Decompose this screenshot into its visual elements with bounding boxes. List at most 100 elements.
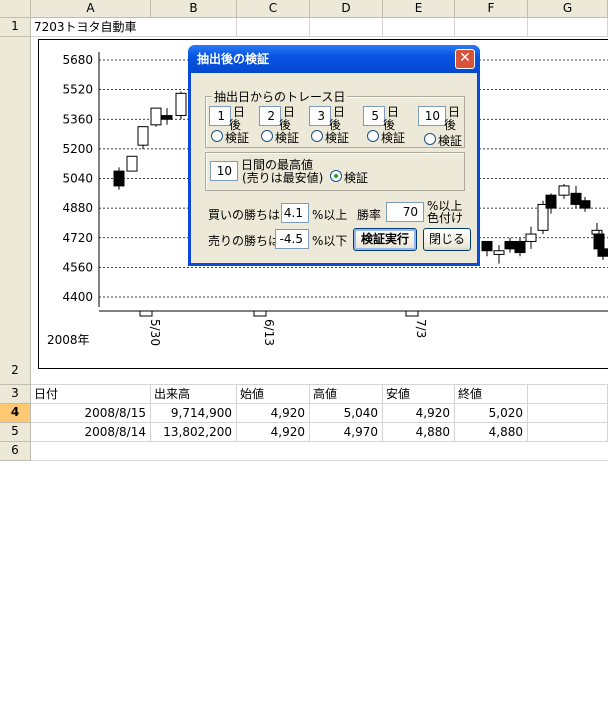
table-row-2-close[interactable]: 4,880 (455, 423, 528, 442)
candle-body (514, 240, 526, 254)
table-header-high[interactable]: 高値 (310, 385, 383, 404)
trace-day-2-radio[interactable] (261, 130, 273, 142)
close-dialog-button[interactable]: 閉じる (423, 228, 471, 251)
cell-e1[interactable] (383, 18, 455, 37)
y-tick-label: 5360 (62, 112, 93, 126)
candle-body (113, 170, 125, 187)
candle-body (175, 92, 187, 117)
trace-day-10-unit-2: 後 (444, 118, 457, 132)
trace-day-2-input[interactable]: 2 (259, 106, 281, 126)
candle-body (493, 250, 505, 255)
x-tick-label: 6/13 (262, 319, 276, 346)
trace-day-5-radio-label[interactable]: 検証 (381, 129, 405, 146)
trace-day-1-radio[interactable] (211, 130, 223, 142)
candle-body (481, 240, 493, 252)
candle-body (558, 185, 570, 196)
cell-g4[interactable] (528, 404, 608, 423)
y-tick-label: 4880 (62, 201, 93, 215)
table-row-2-date[interactable]: 2008/8/14 (31, 423, 151, 442)
trace-day-3-radio-label[interactable]: 検証 (325, 129, 349, 146)
table-row-1-date[interactable]: 2008/8/15 (31, 404, 151, 423)
table-header-close[interactable]: 終値 (455, 385, 528, 404)
cell-g5[interactable] (528, 423, 608, 442)
cell-g1[interactable] (528, 18, 608, 37)
trace-day-5-radio[interactable] (367, 130, 379, 142)
table-row-1-close[interactable]: 5,020 (455, 404, 528, 423)
table-header-low[interactable]: 安値 (383, 385, 455, 404)
chart-year-label: 2008年 (47, 333, 90, 347)
column-header-e[interactable]: E (383, 0, 455, 18)
run-verification-button[interactable]: 検証実行 (353, 228, 417, 251)
column-header-c[interactable]: C (237, 0, 310, 18)
winrate-label: 勝率 (357, 208, 382, 222)
table-row-2-open[interactable]: 4,920 (237, 423, 310, 442)
table-header-open[interactable]: 始値 (237, 385, 310, 404)
table-row-1-open[interactable]: 4,920 (237, 404, 310, 423)
dialog-body: 抽出日からのトレース日 1 日 後 検証 2 日 後 検証 3 日 後 検証 5… (191, 73, 477, 263)
candle-body (545, 194, 557, 209)
x-tick (139, 310, 153, 317)
max-days-radio-label[interactable]: 検証 (344, 169, 368, 186)
y-tick-label: 5680 (62, 53, 93, 67)
buy-win-input[interactable]: 4.1 (281, 203, 309, 223)
cell-c1[interactable] (237, 18, 310, 37)
trace-day-3-input[interactable]: 3 (309, 106, 331, 126)
close-icon[interactable]: ✕ (455, 49, 475, 69)
sell-win-unit: %以下 (312, 234, 348, 248)
candle-body (597, 248, 608, 257)
candle-body (137, 126, 149, 146)
candle-body (126, 155, 138, 172)
row-header-2[interactable]: 2 (0, 37, 31, 385)
sell-win-label: 売りの勝ちは (208, 234, 281, 248)
table-row-1-volume[interactable]: 9,714,900 (151, 404, 237, 423)
trace-day-10-radio[interactable] (424, 133, 436, 145)
trace-day-1-radio-label[interactable]: 検証 (225, 129, 249, 146)
column-header-b[interactable]: B (151, 0, 237, 18)
sell-win-input[interactable]: -4.5 (275, 229, 309, 249)
buy-win-label: 買いの勝ちは (208, 208, 281, 222)
table-row-2-high[interactable]: 4,970 (310, 423, 383, 442)
trace-day-1-input[interactable]: 1 (209, 106, 231, 126)
trace-day-10-input[interactable]: 10 (418, 106, 446, 126)
cell-f1[interactable] (455, 18, 528, 37)
cell-g3[interactable] (528, 385, 608, 404)
max-days-input[interactable]: 10 (210, 161, 238, 181)
row-header-5[interactable]: 5 (0, 423, 31, 442)
column-header-a[interactable]: A (31, 0, 151, 18)
table-header-volume[interactable]: 出来高 (151, 385, 237, 404)
trace-day-3-radio[interactable] (311, 130, 323, 142)
row-header-3[interactable]: 3 (0, 385, 31, 404)
cell-d1[interactable] (310, 18, 383, 37)
candle-body (591, 229, 603, 235)
x-tick (405, 310, 419, 317)
verification-dialog[interactable]: 抽出後の検証 ✕ 抽出日からのトレース日 1 日 後 検証 2 日 後 検証 3… (188, 45, 480, 266)
y-tick-label: 4400 (62, 290, 93, 304)
select-all-corner[interactable] (0, 0, 31, 18)
trace-day-2-radio-label[interactable]: 検証 (275, 129, 299, 146)
x-tick (253, 310, 267, 317)
column-header-d[interactable]: D (310, 0, 383, 18)
column-header-f[interactable]: F (455, 0, 528, 18)
table-row-1-high[interactable]: 5,040 (310, 404, 383, 423)
candle-body (504, 240, 516, 250)
row-header-1[interactable]: 1 (0, 18, 31, 37)
dialog-title[interactable]: 抽出後の検証 (188, 45, 480, 73)
table-row-1-low[interactable]: 4,920 (383, 404, 455, 423)
trace-day-10-radio-label[interactable]: 検証 (438, 132, 462, 149)
candle-body (525, 233, 537, 242)
table-row-2-volume[interactable]: 13,802,200 (151, 423, 237, 442)
buy-win-unit: %以上 (312, 208, 348, 222)
table-header-date[interactable]: 日付 (31, 385, 151, 404)
trace-day-5-input[interactable]: 5 (363, 106, 385, 126)
max-days-radio[interactable] (330, 170, 342, 182)
winrate-input[interactable]: 70 (386, 202, 424, 222)
y-tick-label: 4560 (62, 260, 93, 274)
y-tick-label: 5520 (62, 83, 93, 97)
row-header-4[interactable]: 4 (0, 404, 31, 423)
column-header-g[interactable]: G (528, 0, 608, 18)
cell-a1[interactable]: 7203トヨタ自動車 (31, 18, 151, 37)
y-tick-label: 5040 (62, 172, 93, 186)
table-row-2-low[interactable]: 4,880 (383, 423, 455, 442)
candle-body (150, 107, 162, 126)
cell-b1[interactable] (151, 18, 237, 37)
